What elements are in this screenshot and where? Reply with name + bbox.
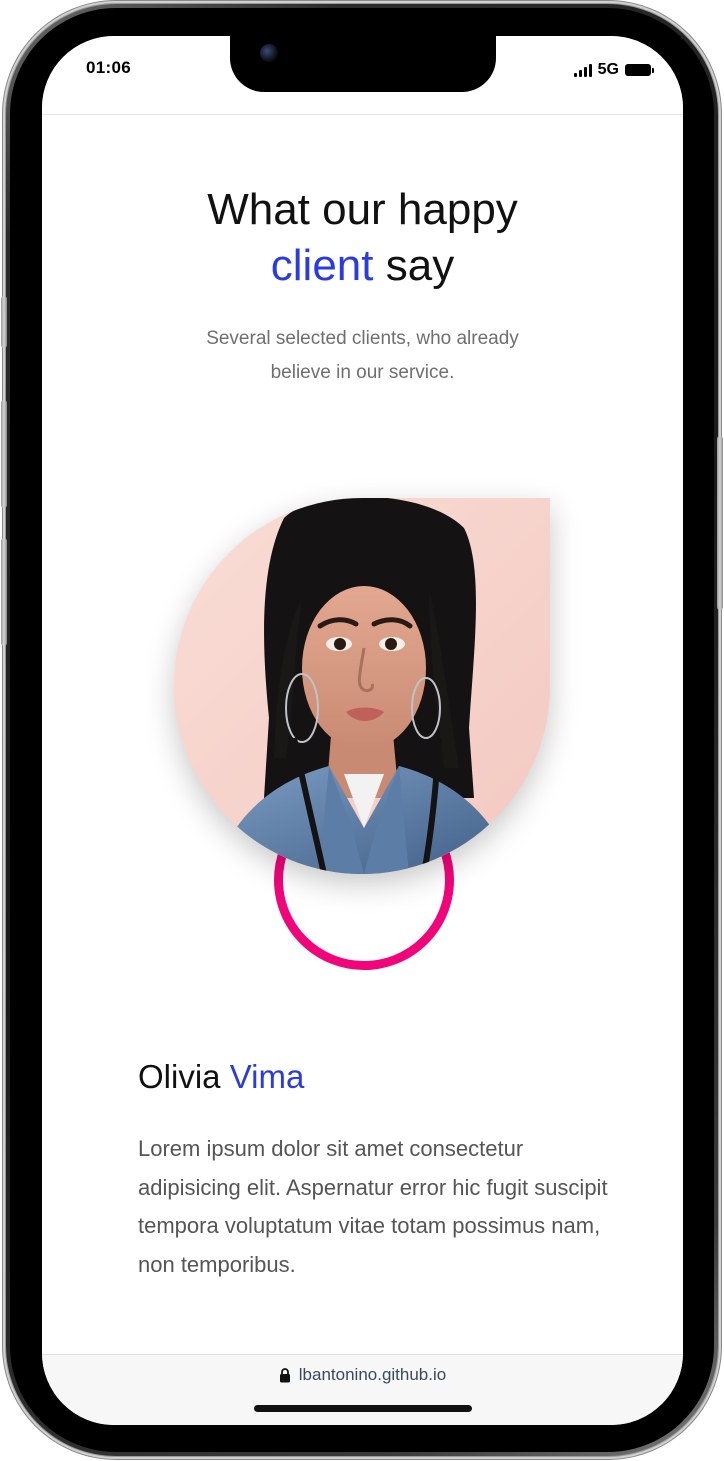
browser-url-bar[interactable]: lbantonino.github.io	[42, 1354, 683, 1425]
power-button	[717, 436, 723, 610]
client-first-name: Olivia	[138, 1058, 221, 1095]
testimonial-quote: Lorem ipsum dolor sit amet consectetur a…	[138, 1136, 608, 1277]
section-title-rest: say	[373, 241, 455, 290]
client-last-name: Vima	[229, 1058, 305, 1095]
url-display[interactable]: lbantonino.github.io	[42, 1365, 683, 1385]
section-subtitle-line2: believe in our service.	[270, 362, 455, 383]
volume-up-button	[1, 400, 7, 508]
screen: 01:06 5G What our happy client say Sever…	[42, 36, 683, 1425]
status-indicators: 5G	[573, 61, 654, 79]
lock-icon	[279, 1367, 290, 1382]
status-divider	[42, 114, 683, 115]
battery-icon	[625, 64, 654, 76]
status-bar: 01:06 5G	[42, 36, 683, 114]
home-indicator[interactable]	[254, 1405, 472, 1412]
section-title: What our happy client say	[42, 182, 683, 294]
network-type: 5G	[597, 61, 619, 78]
status-time: 01:06	[86, 58, 131, 77]
section-subtitle-line1: Several selected clients, who already	[206, 328, 519, 349]
client-avatar	[174, 498, 550, 874]
url-text: lbantonino.github.io	[298, 1365, 447, 1384]
section-title-accent: client	[270, 241, 374, 290]
section-title-line2: client say	[42, 238, 683, 294]
section-title-line1: What our happy	[207, 185, 518, 234]
signal-strength-icon	[573, 63, 592, 77]
section-subtitle: Several selected clients, who already be…	[42, 322, 683, 390]
notch	[230, 36, 496, 92]
front-camera-icon	[260, 44, 278, 62]
volume-down-button	[1, 538, 7, 646]
mute-switch	[1, 296, 7, 348]
client-photo	[174, 498, 550, 874]
client-name: Olivia Vima	[138, 1058, 304, 1096]
